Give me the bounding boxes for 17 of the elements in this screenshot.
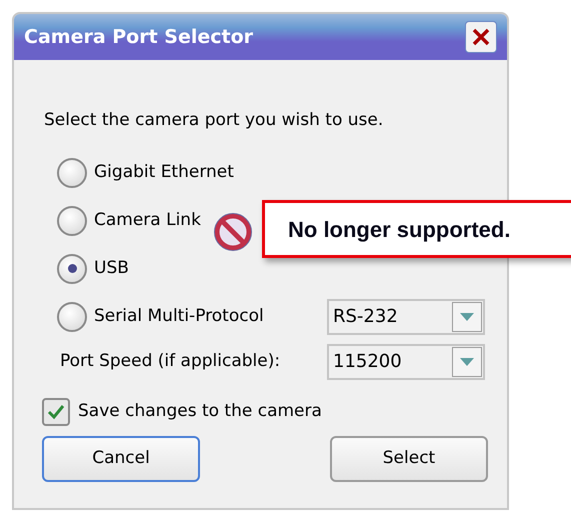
- port-speed-label: Port Speed (if applicable):: [60, 350, 282, 373]
- checkmark-icon: [47, 404, 65, 420]
- close-icon: [472, 28, 490, 46]
- dialog-button[interactable]: Select: [330, 436, 488, 482]
- instruction-text: Select the camera port you wish to use.: [44, 109, 384, 132]
- prohibited-icon: [213, 212, 255, 254]
- radio-option[interactable]: USB: [57, 254, 129, 284]
- close-button[interactable]: [465, 21, 497, 53]
- callout-text: No longer supported.: [288, 216, 510, 244]
- radio-option[interactable]: Gigabit Ethernet: [57, 158, 234, 188]
- window-title: Camera Port Selector: [24, 24, 254, 50]
- dialog-button[interactable]: Cancel: [42, 436, 200, 482]
- save-checkbox[interactable]: Save changes to the camera: [42, 398, 372, 426]
- radio-option[interactable]: Camera Link: [57, 206, 201, 236]
- port-speed-dropdown[interactable]: 115200: [327, 344, 485, 380]
- protocol-dropdown[interactable]: RS-232: [327, 298, 485, 334]
- radio-option[interactable]: Serial Multi-Protocol: [57, 302, 264, 332]
